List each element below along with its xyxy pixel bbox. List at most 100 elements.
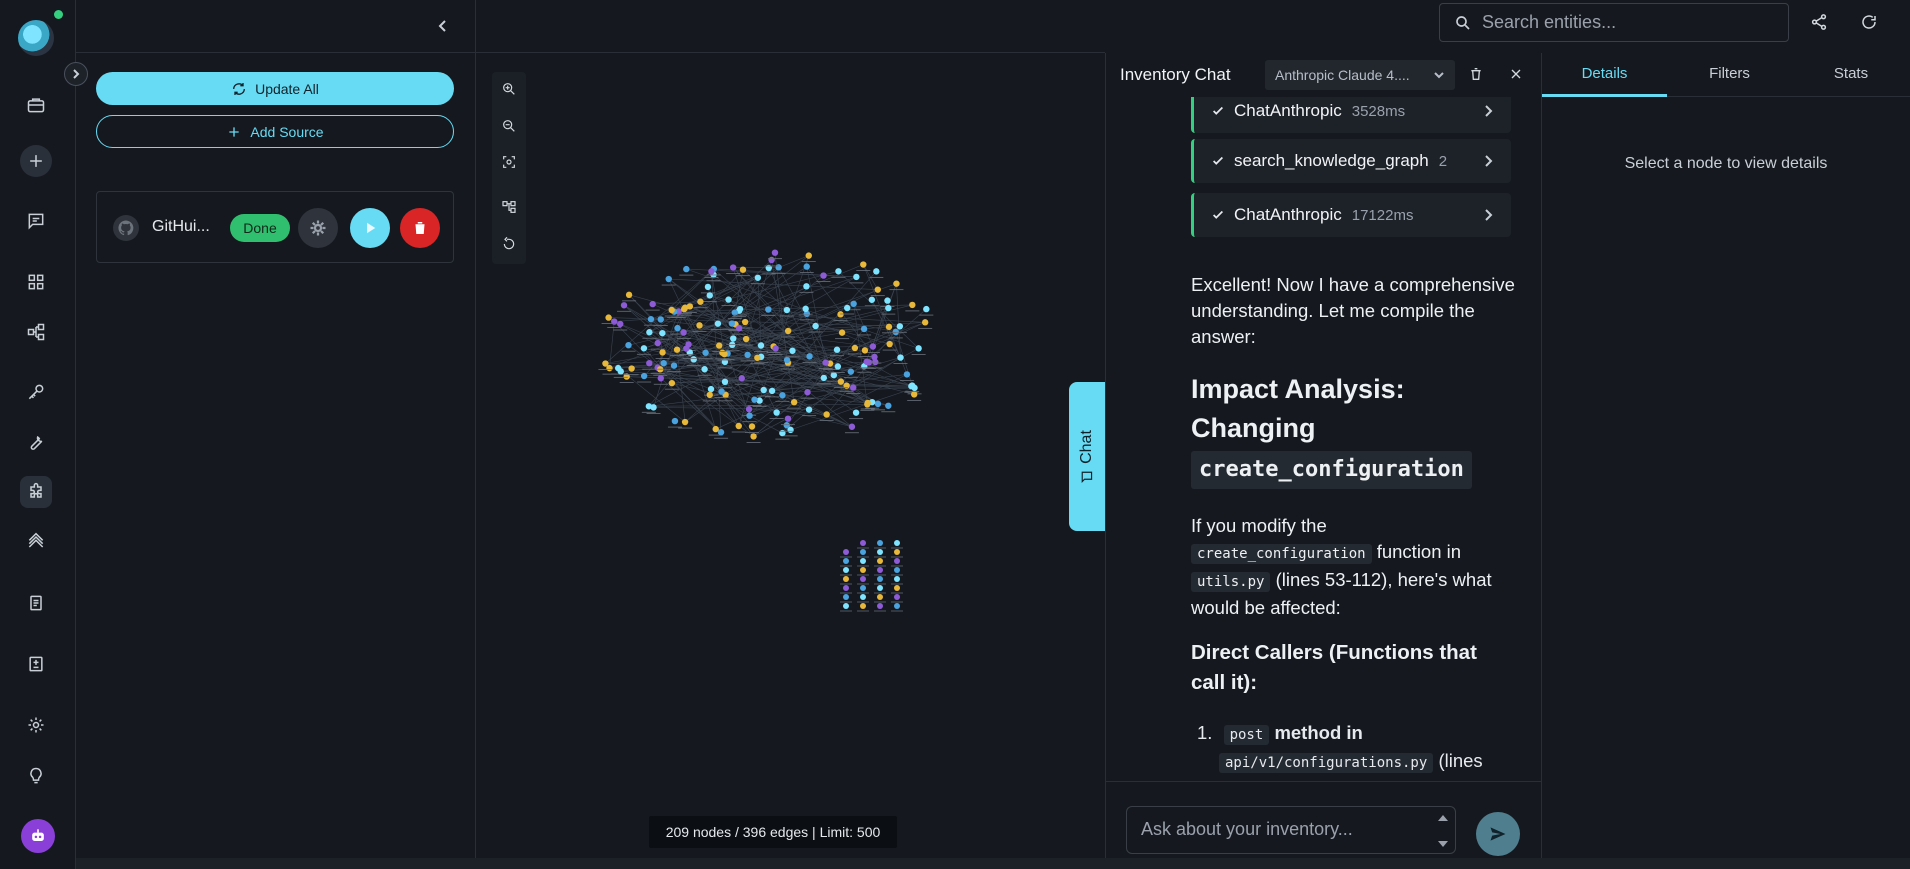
graph-node[interactable] — [649, 300, 656, 308]
graph-node[interactable] — [706, 292, 713, 299]
graph-node[interactable] — [843, 549, 849, 555]
graph-node[interactable] — [683, 265, 690, 273]
graph-node[interactable] — [754, 274, 762, 281]
graph-node[interactable] — [860, 594, 866, 600]
graph-node[interactable] — [647, 315, 655, 323]
graph-node[interactable] — [860, 576, 866, 582]
graph-node[interactable] — [838, 329, 846, 336]
graph-node[interactable] — [806, 353, 813, 360]
graph-node[interactable] — [602, 360, 609, 367]
graph-node[interactable] — [830, 371, 838, 379]
graph-node[interactable] — [853, 273, 860, 281]
graph-node[interactable] — [843, 594, 849, 600]
graph-node[interactable] — [742, 335, 750, 343]
graph-node[interactable] — [863, 358, 870, 365]
graph-node[interactable] — [894, 585, 900, 591]
refresh-icon[interactable] — [1858, 11, 1880, 33]
graph-node[interactable] — [671, 417, 679, 425]
graph-node[interactable] — [789, 347, 796, 354]
graph-node[interactable] — [659, 329, 666, 337]
graph-node[interactable] — [779, 392, 786, 399]
hierarchy-icon[interactable] — [20, 316, 52, 348]
graph-node[interactable] — [660, 359, 667, 367]
graph-node[interactable] — [657, 316, 664, 323]
graph-node[interactable] — [683, 345, 690, 352]
run-source-button[interactable] — [350, 208, 390, 248]
graph-node[interactable] — [843, 558, 849, 564]
search-bar[interactable] — [1439, 3, 1789, 42]
graph-node[interactable] — [754, 354, 761, 361]
close-icon[interactable] — [1505, 63, 1527, 85]
graph-node[interactable] — [877, 603, 883, 609]
graph-node[interactable] — [908, 382, 916, 389]
resize-scroll-icon[interactable] — [1435, 811, 1451, 851]
graph-node[interactable] — [783, 356, 791, 364]
graph-node[interactable] — [909, 301, 916, 309]
graph-node[interactable] — [765, 306, 772, 313]
graph-node[interactable] — [670, 362, 678, 369]
add-source-button[interactable]: Add Source — [96, 115, 454, 148]
app-logo[interactable] — [18, 20, 54, 56]
update-all-button[interactable]: Update All — [96, 72, 454, 105]
graph-node[interactable] — [750, 433, 757, 440]
graph-node[interactable] — [805, 406, 813, 413]
graph-node[interactable] — [822, 359, 829, 366]
chat-toggle-tab[interactable]: Chat — [1069, 382, 1105, 531]
graph-node[interactable] — [745, 406, 753, 413]
graph-node[interactable] — [812, 322, 819, 330]
graph-node[interactable] — [717, 429, 725, 436]
graph-node[interactable] — [923, 305, 930, 313]
graph-node[interactable] — [735, 324, 743, 332]
graph-node[interactable] — [921, 319, 929, 326]
graph-node[interactable] — [894, 567, 900, 573]
graph-node[interactable] — [650, 404, 657, 411]
graph-node[interactable] — [869, 343, 877, 350]
graph-node[interactable] — [668, 306, 675, 314]
graph-node[interactable] — [804, 389, 811, 396]
graph-node[interactable] — [728, 320, 736, 327]
graph-node[interactable] — [706, 391, 713, 399]
graph-node[interactable] — [860, 549, 866, 555]
graph-node[interactable] — [860, 603, 866, 609]
graph-node[interactable] — [852, 409, 860, 416]
graph-canvas[interactable]: 209 nodes / 396 edges | Limit: 500 — [476, 0, 1105, 869]
graph-node[interactable] — [884, 297, 891, 304]
graph-node[interactable] — [910, 391, 918, 398]
send-button[interactable] — [1476, 812, 1520, 856]
expand-sidebar-button[interactable] — [64, 62, 88, 86]
graph-node[interactable] — [783, 422, 790, 429]
graph-node[interactable] — [654, 339, 661, 347]
graph-node[interactable] — [697, 298, 704, 305]
briefcase-icon[interactable] — [20, 89, 52, 121]
tool-call-item[interactable]: ChatAnthropic 17122ms — [1191, 193, 1511, 237]
graph-node[interactable] — [848, 423, 856, 430]
graph-node[interactable] — [701, 366, 708, 373]
graph-node[interactable] — [871, 353, 878, 361]
graph-node[interactable] — [860, 540, 866, 546]
graph-node[interactable] — [860, 325, 868, 333]
graph-node[interactable] — [708, 268, 715, 275]
graph-node[interactable] — [673, 346, 681, 353]
graph-node[interactable] — [768, 256, 775, 264]
graph-node[interactable] — [877, 567, 883, 573]
graph-node[interactable] — [681, 305, 688, 313]
graph-node[interactable] — [725, 296, 732, 303]
share-icon[interactable] — [1808, 11, 1830, 33]
graph-node[interactable] — [741, 318, 749, 326]
tab-stats[interactable]: Stats — [1792, 65, 1910, 82]
graph-node[interactable] — [877, 585, 883, 591]
graph-node[interactable] — [860, 585, 866, 591]
graph-node[interactable] — [668, 379, 676, 387]
graph-node[interactable] — [771, 249, 779, 256]
graph-node[interactable] — [721, 378, 729, 386]
graph-node[interactable] — [843, 576, 849, 582]
graph-node[interactable] — [716, 342, 723, 349]
graph-node[interactable] — [784, 327, 792, 335]
graph-node[interactable] — [843, 603, 849, 609]
graph-node[interactable] — [847, 368, 855, 375]
graph-node[interactable] — [897, 354, 904, 361]
graph-node[interactable] — [738, 375, 745, 382]
graph-node[interactable] — [802, 305, 809, 313]
graph-node[interactable] — [893, 280, 900, 287]
graph-node[interactable] — [696, 322, 703, 329]
